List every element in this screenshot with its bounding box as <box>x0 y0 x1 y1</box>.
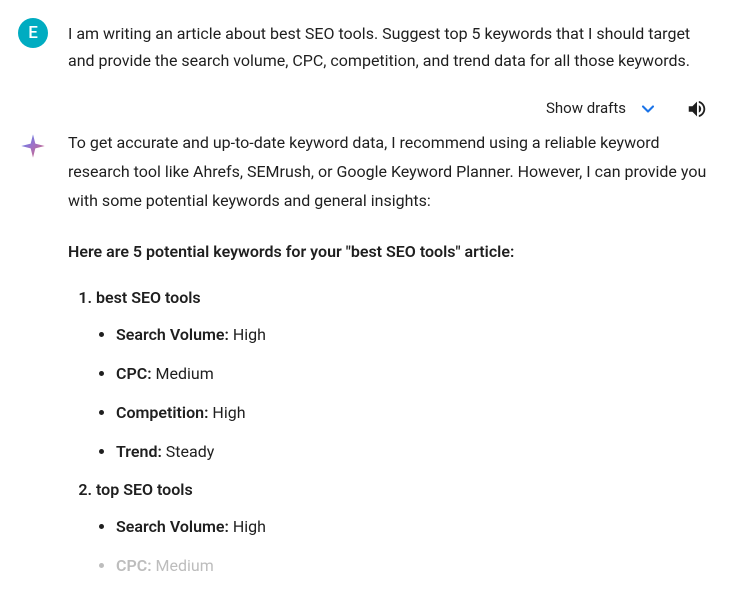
attr-label: CPC: <box>116 364 152 383</box>
attr-row: CPC: Medium <box>116 552 710 581</box>
show-drafts-button[interactable]: Show drafts <box>546 96 658 121</box>
attr-value: Medium <box>152 364 214 383</box>
attr-label: Trend: <box>116 442 162 461</box>
keyword-attrs: Search Volume: High CPC: Medium <box>96 513 710 581</box>
ai-content: To get accurate and up-to-date keyword d… <box>68 129 728 591</box>
speaker-icon[interactable] <box>686 98 708 120</box>
user-avatar-letter: E <box>28 19 38 47</box>
attr-value: Steady <box>162 442 214 461</box>
chevron-down-icon <box>638 99 658 119</box>
attr-label: Competition: <box>116 403 208 422</box>
keyword-title: top SEO tools <box>96 480 193 499</box>
sparkle-icon <box>18 131 48 161</box>
list-item: top SEO tools Search Volume: High CPC: M… <box>96 476 710 580</box>
keyword-attrs: Search Volume: High CPC: Medium Competit… <box>96 321 710 466</box>
drafts-row: Show drafts <box>18 92 728 129</box>
attr-row: Competition: High <box>116 399 710 428</box>
user-avatar-col: E <box>18 18 50 48</box>
ai-message: To get accurate and up-to-date keyword d… <box>18 129 728 591</box>
list-item: best SEO tools Search Volume: High CPC: … <box>96 284 710 466</box>
ai-intro: To get accurate and up-to-date keyword d… <box>68 129 710 215</box>
attr-row: CPC: Medium <box>116 360 710 389</box>
attr-value: High <box>229 517 266 536</box>
user-avatar: E <box>18 18 48 48</box>
ai-avatar-col <box>18 129 50 161</box>
attr-row: Trend: Steady <box>116 438 710 467</box>
attr-row: Search Volume: High <box>116 513 710 542</box>
user-prompt-text: I am writing an article about best SEO t… <box>68 18 710 74</box>
user-content: I am writing an article about best SEO t… <box>68 18 728 74</box>
attr-label: Search Volume: <box>116 325 229 344</box>
keyword-list: best SEO tools Search Volume: High CPC: … <box>68 284 710 580</box>
attr-value: High <box>229 325 266 344</box>
ai-heading: Here are 5 potential keywords for your "… <box>68 238 710 267</box>
show-drafts-label: Show drafts <box>546 96 626 121</box>
user-message: E I am writing an article about best SEO… <box>18 18 728 74</box>
keyword-title: best SEO tools <box>96 288 201 307</box>
attr-label: Search Volume: <box>116 517 229 536</box>
attr-value: High <box>208 403 245 422</box>
attr-row: Search Volume: High <box>116 321 710 350</box>
